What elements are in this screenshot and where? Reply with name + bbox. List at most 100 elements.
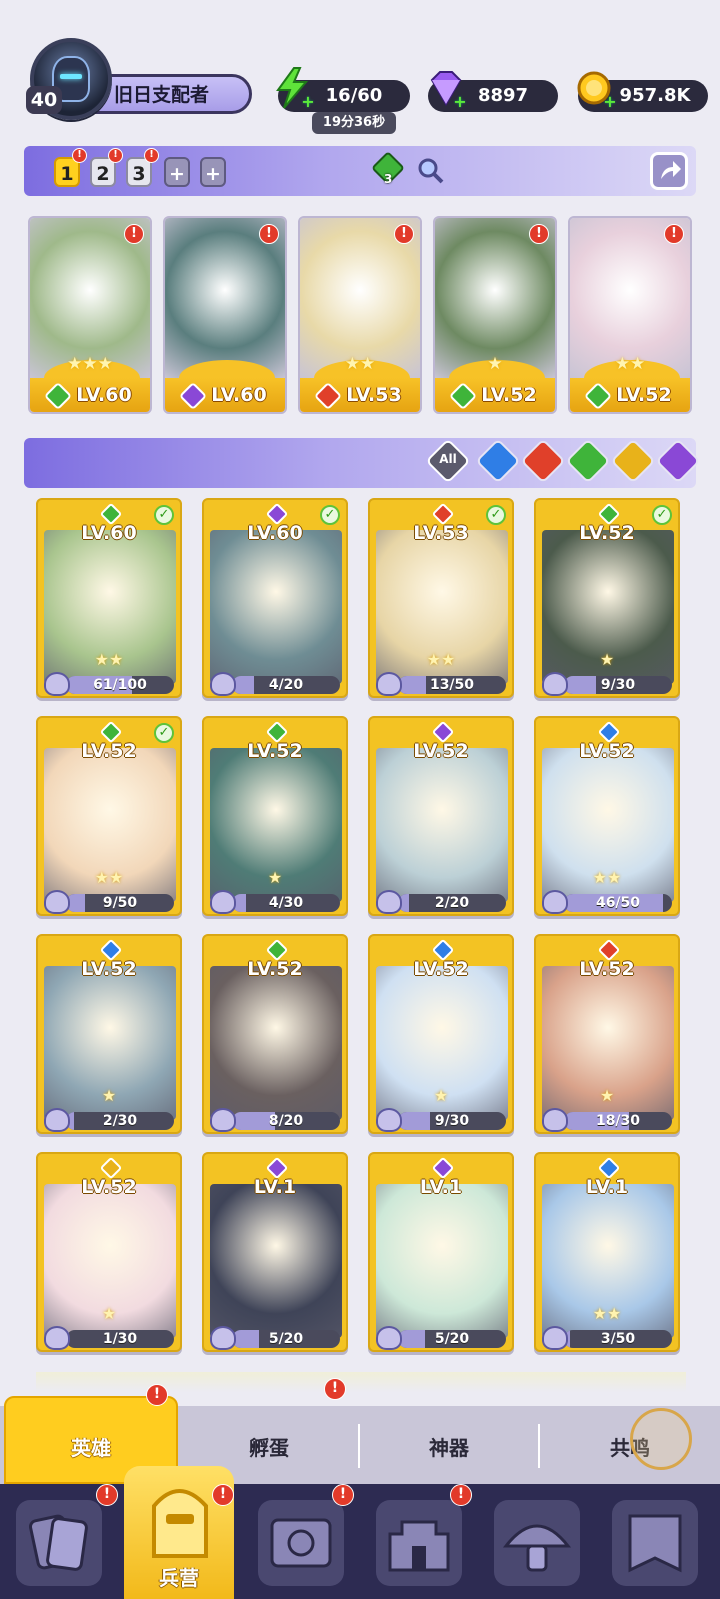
- hero-card[interactable]: LV.52 ★ 9/30 ✓: [534, 498, 680, 698]
- hero-stars: ★: [487, 354, 503, 374]
- check-icon: ✓: [154, 505, 174, 525]
- shard-progress-text: 8/20: [268, 1113, 304, 1129]
- team-hero-card[interactable]: ★★★ LV.60!: [28, 216, 152, 414]
- search-icon[interactable]: [416, 156, 446, 186]
- hero-card[interactable]: LV.52 ★ 2/30: [36, 934, 182, 1134]
- hero-level: LV.52: [81, 958, 137, 980]
- hero-card[interactable]: LV.1 5/20: [368, 1152, 514, 1352]
- hero-shard-icon: [210, 672, 236, 696]
- hero-level: LV.52: [570, 381, 690, 410]
- hero-portrait: [376, 748, 508, 902]
- shard-progress-bar: 18/30: [564, 1112, 672, 1130]
- hero-card[interactable]: LV.60 4/20 ✓: [202, 498, 348, 698]
- hero-card[interactable]: LV.1 ★★ 3/50: [534, 1152, 680, 1352]
- shard-progress-bar: 13/50: [398, 676, 506, 694]
- shard-progress-text: 9/50: [102, 895, 138, 911]
- hero-level-text: LV.60: [76, 384, 132, 406]
- shard-progress-text: 13/50: [429, 677, 475, 693]
- nav-mushroom[interactable]: [494, 1500, 580, 1586]
- team-hero-card[interactable]: ★★ LV.53!: [298, 216, 422, 414]
- hero-level-text: LV.52: [616, 384, 672, 406]
- shard-progress-bar: 2/20: [398, 894, 506, 912]
- shard-progress-text: 18/30: [595, 1113, 641, 1129]
- add-gem-icon[interactable]: +: [452, 94, 468, 110]
- hero-card[interactable]: LV.52 ★ 4/30: [202, 716, 348, 916]
- tab-artifacts[interactable]: 神器: [360, 1432, 538, 1461]
- nav-cards[interactable]: [16, 1500, 102, 1586]
- shard-progress-bar: 2/30: [66, 1112, 174, 1130]
- team-hero-card[interactable]: ★ LV.52!: [433, 216, 557, 414]
- hero-stars: ★: [101, 1086, 117, 1105]
- tab-hatch[interactable]: 孵蛋: [180, 1432, 358, 1461]
- hero-shard-icon: [542, 890, 568, 914]
- hero-level: LV.52: [579, 740, 635, 762]
- check-icon: ✓: [652, 505, 672, 525]
- shard-progress-bar: 3/50: [564, 1330, 672, 1348]
- add-team-slot-button[interactable]: +: [200, 157, 226, 187]
- hero-shard-icon: [376, 672, 402, 696]
- hero-card[interactable]: LV.52 ★ 9/30: [368, 934, 514, 1134]
- alert-badge: !: [332, 1484, 354, 1506]
- nav-guild[interactable]: [612, 1500, 698, 1586]
- sparkle-button-icon[interactable]: [630, 1408, 692, 1470]
- hero-level: LV.60: [81, 522, 137, 544]
- hero-card[interactable]: LV.60 ★★ 61/100 ✓: [36, 498, 182, 698]
- hero-card[interactable]: LV.52 2/20: [368, 716, 514, 916]
- alert-badge: !: [529, 224, 549, 244]
- hero-level: LV.52: [413, 958, 469, 980]
- hero-card[interactable]: LV.52 ★ 18/30: [534, 934, 680, 1134]
- nav-castle[interactable]: [376, 1500, 462, 1586]
- hero-level: LV.52: [81, 740, 137, 762]
- hero-shard-icon: [210, 890, 236, 914]
- shard-progress-text: 5/20: [268, 1331, 304, 1347]
- shard-progress-bar: 1/30: [66, 1330, 174, 1348]
- share-icon[interactable]: [650, 152, 688, 190]
- hero-stars: ★: [599, 650, 615, 669]
- energy-refill-timer: 19分36秒: [312, 112, 396, 134]
- hero-stars: ★★: [426, 650, 456, 669]
- hero-level: LV.60: [30, 381, 150, 410]
- player-name: 旧日支配者: [114, 84, 210, 106]
- hero-shard-icon: [542, 672, 568, 696]
- shard-progress-text: 1/30: [102, 1331, 138, 1347]
- hero-shard-icon: [44, 672, 70, 696]
- add-gold-icon[interactable]: +: [602, 94, 618, 110]
- check-icon: ✓: [320, 505, 340, 525]
- hero-card[interactable]: LV.52 ★ 1/30: [36, 1152, 182, 1352]
- check-icon: ✓: [486, 505, 506, 525]
- hero-level: LV.52: [413, 740, 469, 762]
- map-book-icon: [270, 1518, 332, 1568]
- shard-progress-bar: 9/30: [564, 676, 672, 694]
- hero-shard-icon: [44, 890, 70, 914]
- hero-level: LV.53: [413, 522, 469, 544]
- alert-badge: !: [144, 148, 159, 163]
- shard-progress-bar: 9/30: [398, 1112, 506, 1130]
- hero-shard-icon: [44, 1108, 70, 1132]
- nav-map[interactable]: [258, 1500, 344, 1586]
- alert-badge: !: [72, 148, 87, 163]
- team-hero-card[interactable]: LV.60!: [163, 216, 287, 414]
- hero-card[interactable]: LV.53 ★★ 13/50 ✓: [368, 498, 514, 698]
- alert-badge: !: [124, 224, 144, 244]
- hero-level: LV.52: [247, 740, 303, 762]
- hero-card[interactable]: LV.52 ★★ 46/50: [534, 716, 680, 916]
- hero-card[interactable]: LV.52 8/20: [202, 934, 348, 1134]
- alert-badge: !: [212, 1484, 234, 1506]
- hero-card[interactable]: LV.52 ★★ 9/50 ✓: [36, 716, 182, 916]
- hero-stars: ★: [101, 1304, 117, 1323]
- shard-progress-text: 2/30: [102, 1113, 138, 1129]
- check-icon: ✓: [154, 723, 174, 743]
- next-row-edge: [36, 1372, 686, 1392]
- hero-shard-icon: [376, 1108, 402, 1132]
- hero-shard-icon: [376, 1326, 402, 1350]
- shard-progress-bar: 61/100: [66, 676, 174, 694]
- hero-level: LV.52: [579, 522, 635, 544]
- add-energy-icon[interactable]: +: [300, 94, 316, 110]
- team-hero-card[interactable]: ★★ LV.52!: [568, 216, 692, 414]
- dark-element-icon: [179, 381, 208, 410]
- hero-card[interactable]: LV.1 5/20: [202, 1152, 348, 1352]
- shard-progress-bar: 4/20: [232, 676, 340, 694]
- hero-stars: ★: [433, 1086, 449, 1105]
- add-team-slot-button[interactable]: +: [164, 157, 190, 187]
- shard-progress-text: 2/20: [434, 895, 470, 911]
